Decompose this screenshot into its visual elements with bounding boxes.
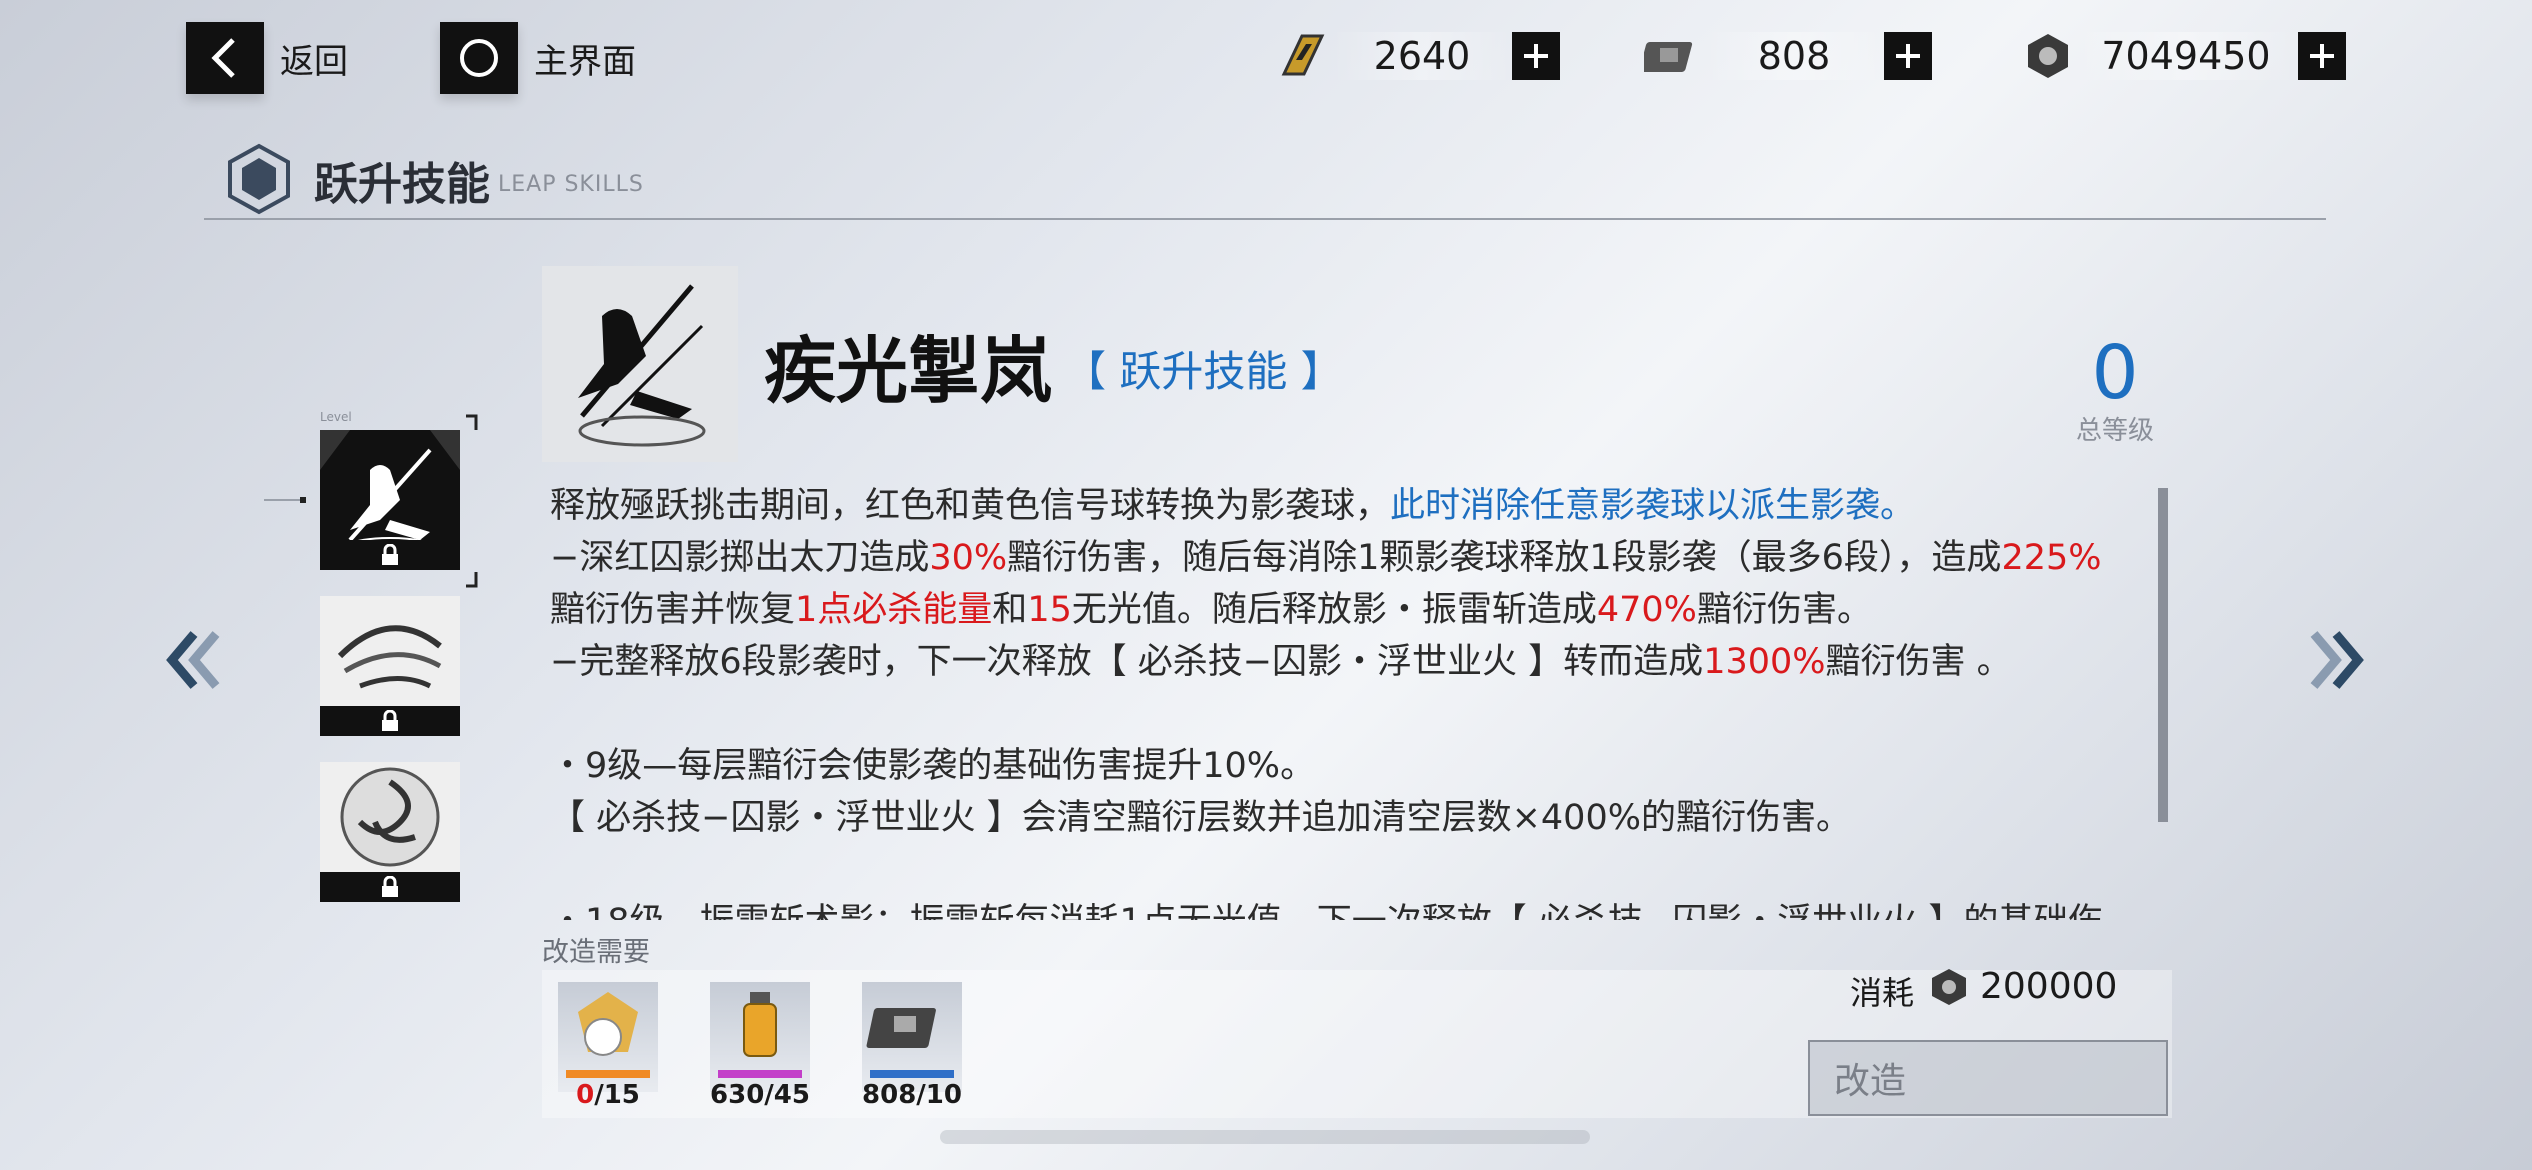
desc-line-1: 释放殛跃挑击期间，红色和黄色信号球转换为影袭球，此时消除任意影袭球以派生影袭。 — [550, 486, 1916, 526]
material-3-count: 808/10 — [862, 1080, 962, 1110]
desc-line-2: −深红囚影掷出太刀造成30%黯衍伤害，随后每消除1颗影袭球释放1段影袭（最多6段… — [550, 538, 2102, 630]
resource-gold-ticket: 2640 — [1272, 30, 1560, 82]
skill-name: 疾光掣岚 — [764, 329, 1053, 413]
material-2-count: 630/45 — [710, 1080, 810, 1110]
skill-description[interactable]: 释放殛跃挑击期间，红色和黄色信号球转换为影袭球，此时消除任意影袭球以派生影袭。 … — [550, 480, 2130, 920]
resource-chip: 808 — [1644, 30, 1932, 82]
home-label: 主界面 — [534, 41, 636, 82]
cost-value: 200000 — [1980, 966, 2118, 1007]
section-subtitle: LEAP SKILLS — [498, 172, 644, 197]
resource-chip-value: 808 — [1704, 32, 1884, 80]
plus-icon — [1524, 44, 1548, 68]
modify-button[interactable]: 改造 — [1808, 1040, 2168, 1116]
skill-slot-1[interactable] — [320, 430, 460, 570]
home-button[interactable]: 主界面 — [440, 22, 636, 94]
total-level-value: 0 — [2091, 330, 2139, 416]
skill-portrait — [542, 266, 738, 462]
resource-nut-value: 7049450 — [2074, 32, 2298, 80]
material-2[interactable] — [710, 982, 810, 1092]
back-label: 返回 — [280, 41, 348, 82]
skill-tag: 【 跃升技能 】 — [1064, 347, 1343, 396]
bottom-scroll-track[interactable] — [940, 1130, 1590, 1144]
desc-line-6: ・18级—振雷斩术影：振雷斩每消耗1点无光值，下一次释放【 必杀技−囚影・浮世业… — [550, 896, 2130, 920]
plus-icon — [2310, 44, 2334, 68]
character-shard-icon — [566, 992, 650, 1078]
hex-nut-icon — [1932, 969, 1966, 1005]
spiral-blade-icon — [340, 767, 440, 867]
desc-line-5: 【 必杀技−囚影・浮世业火 】会清空黯衍层数并追加清空层数×400%的黯衍伤害。 — [550, 798, 1851, 838]
hex-nut-icon — [2028, 34, 2068, 78]
desc-line-3: −完整释放6段影袭时，下一次释放【 必杀技−囚影・浮世业火 】转而造成1300%… — [550, 642, 2012, 682]
material-1[interactable] — [558, 982, 658, 1092]
lock-icon — [320, 540, 460, 570]
chip-card-icon — [1644, 42, 1693, 72]
skill-slot-2[interactable] — [320, 596, 460, 736]
energy-vial-icon — [718, 992, 802, 1078]
lock-icon — [320, 872, 460, 902]
slash-swirl-icon — [337, 625, 442, 689]
gold-ticket-icon — [1281, 34, 1325, 76]
cost-label: 消耗 — [1850, 974, 1915, 1012]
sword-warrior-icon — [578, 284, 706, 447]
add-chip-button[interactable] — [1884, 32, 1932, 80]
chevron-left-icon — [186, 22, 264, 94]
previous-arrow-icon[interactable] — [164, 628, 224, 708]
material-1-count: 0/15 — [576, 1080, 640, 1110]
chip-card-icon — [866, 1008, 954, 1078]
desc-line-4: ・9级—每层黯衍会使影袭的基础伤害提升10%。 — [550, 746, 1316, 786]
resource-nut: 7049450 — [2022, 30, 2346, 82]
total-level-label: 总等级 — [2075, 416, 2154, 446]
skill-slot-3[interactable] — [320, 762, 460, 902]
requirements-label: 改造需要 — [542, 937, 650, 968]
divider — [204, 218, 2326, 220]
lock-icon — [320, 706, 460, 736]
next-arrow-icon[interactable] — [2306, 628, 2366, 708]
leap-skills-icon — [228, 143, 290, 215]
back-button[interactable]: 返回 — [186, 22, 348, 94]
resource-gold-value: 2640 — [1332, 32, 1512, 80]
description-scrollbar[interactable] — [2158, 488, 2168, 822]
add-gold-button[interactable] — [1512, 32, 1560, 80]
plus-icon — [1896, 44, 1920, 68]
section-title: 跃升技能 — [314, 159, 490, 210]
circle-icon — [440, 22, 518, 94]
material-3[interactable] — [862, 982, 962, 1092]
add-nut-button[interactable] — [2298, 32, 2346, 80]
